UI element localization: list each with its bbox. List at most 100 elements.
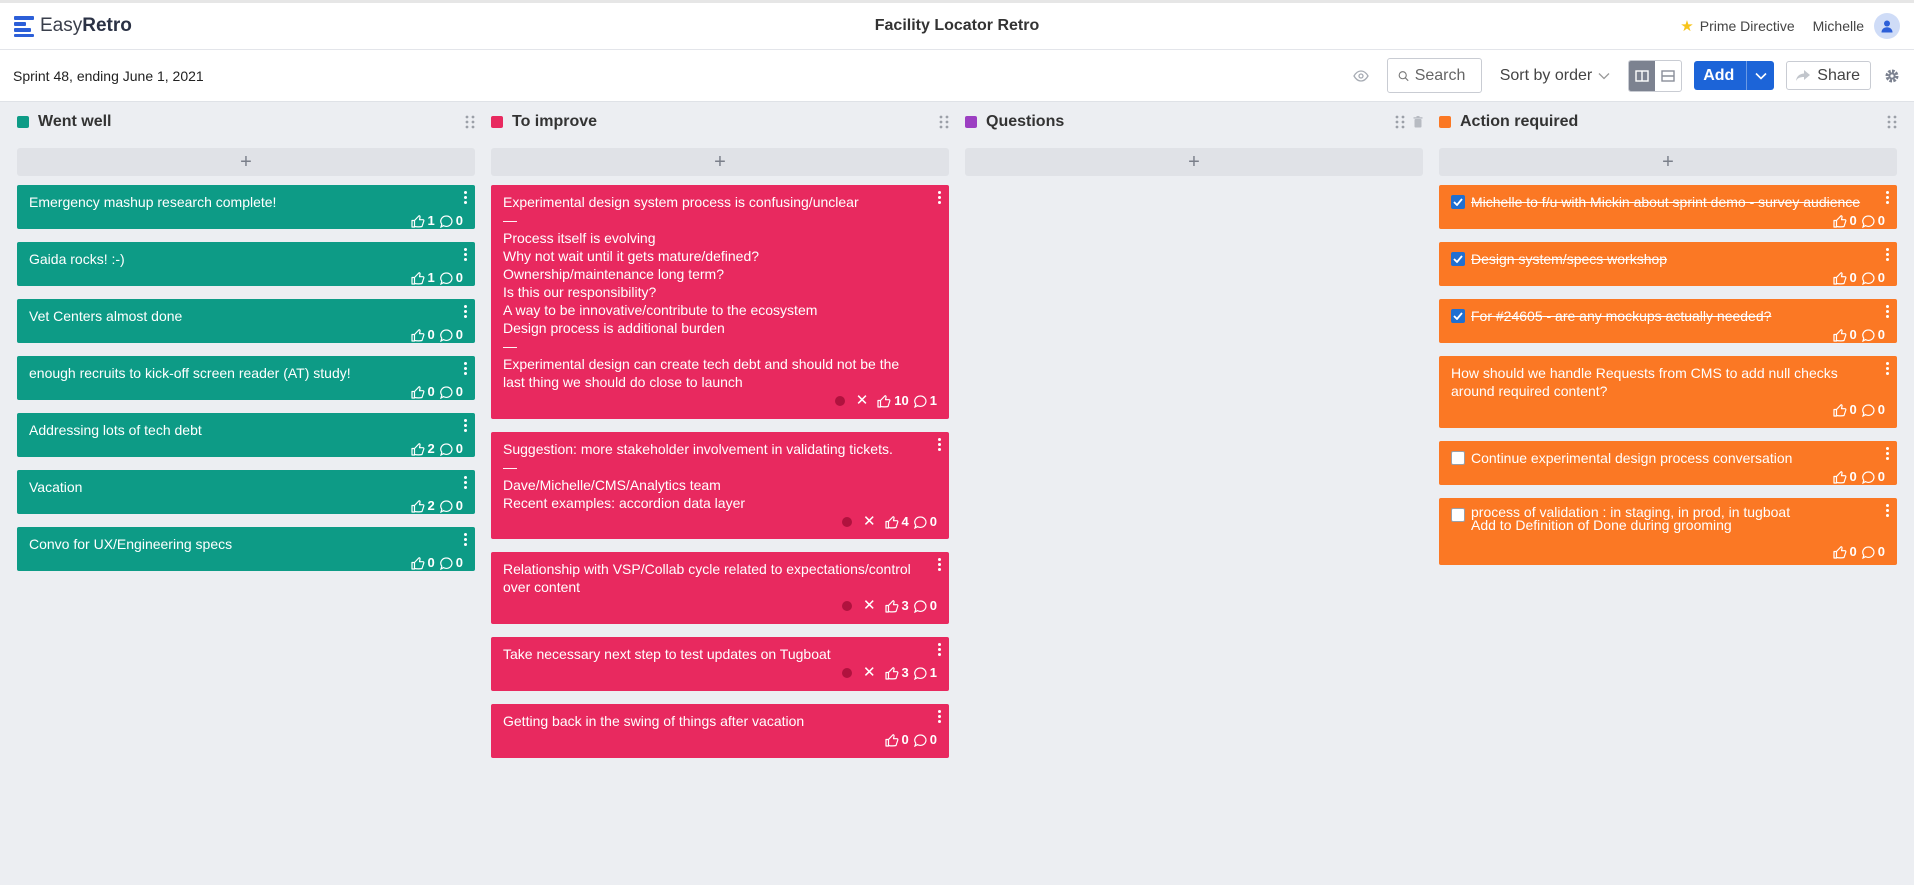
like-button[interactable]: 0 (1832, 401, 1857, 419)
comment-button[interactable]: 0 (1861, 326, 1885, 344)
like-button[interactable]: 1 (410, 269, 435, 287)
task-checkbox[interactable] (1451, 508, 1465, 522)
eye-icon[interactable] (1351, 66, 1371, 86)
add-dropdown-chevron-icon[interactable] (1746, 61, 1774, 90)
card-menu-icon[interactable] (462, 362, 468, 375)
like-button[interactable]: 0 (410, 326, 435, 344)
rows-view-button[interactable] (1655, 61, 1681, 91)
card-menu-icon[interactable] (462, 533, 468, 546)
search-input[interactable] (1414, 66, 1471, 85)
card[interactable]: Continue experimental design process con… (1439, 441, 1897, 485)
like-button[interactable]: 1 (410, 212, 435, 230)
logo[interactable]: EasyRetro (14, 15, 132, 37)
card[interactable]: Emergency mashup research complete! 1 0 (17, 185, 475, 229)
add-card-button[interactable]: + (965, 148, 1423, 176)
card[interactable]: Suggestion: more stakeholder involvement… (491, 432, 949, 539)
like-button[interactable]: 3 (884, 664, 909, 682)
card[interactable]: Take necessary next step to test updates… (491, 637, 949, 691)
card-menu-icon[interactable] (462, 305, 468, 318)
like-button[interactable]: 0 (1832, 212, 1857, 230)
close-icon[interactable]: ✕ (863, 664, 876, 682)
like-button[interactable]: 2 (410, 440, 435, 458)
card[interactable]: Convo for UX/Engineering specs 0 0 (17, 527, 475, 571)
card[interactable]: Relationship with VSP/Collab cycle relat… (491, 552, 949, 624)
like-button[interactable]: 0 (1832, 543, 1857, 561)
card[interactable]: Vacation 2 0 (17, 470, 475, 514)
comment-button[interactable]: 0 (1861, 468, 1885, 486)
comment-button[interactable]: 0 (439, 383, 463, 401)
comment-button[interactable]: 0 (913, 731, 937, 749)
card[interactable]: Michelle to f/u with Mickin about sprint… (1439, 185, 1897, 229)
card-menu-icon[interactable] (936, 643, 942, 656)
card[interactable]: How should we handle Requests from CMS t… (1439, 356, 1897, 428)
card-menu-icon[interactable] (1884, 504, 1890, 517)
card-menu-icon[interactable] (1884, 248, 1890, 261)
comment-button[interactable]: 0 (439, 440, 463, 458)
like-button[interactable]: 0 (410, 554, 435, 572)
add-card-button[interactable]: + (17, 148, 475, 176)
comment-button[interactable]: 0 (1861, 269, 1885, 287)
like-button[interactable]: 0 (410, 383, 435, 401)
card-menu-icon[interactable] (1884, 362, 1890, 375)
card-menu-icon[interactable] (936, 191, 942, 204)
add-card-button[interactable]: + (1439, 148, 1897, 176)
like-button[interactable]: 0 (884, 731, 909, 749)
search-box[interactable] (1386, 58, 1482, 93)
card[interactable]: enough recruits to kick-off screen reade… (17, 356, 475, 400)
comment-button[interactable]: 0 (439, 554, 463, 572)
card[interactable]: process of validation : in staging, in p… (1439, 498, 1897, 565)
close-icon[interactable]: ✕ (863, 597, 876, 615)
user-menu[interactable]: Michelle (1813, 13, 1900, 39)
comment-button[interactable]: 0 (1861, 401, 1885, 419)
card-menu-icon[interactable] (936, 558, 942, 571)
like-button[interactable]: 0 (1832, 468, 1857, 486)
like-button[interactable]: 0 (1832, 269, 1857, 287)
drag-handle-icon[interactable] (465, 115, 475, 129)
card-menu-icon[interactable] (462, 419, 468, 432)
drag-handle-icon[interactable] (939, 115, 949, 129)
comment-button[interactable]: 0 (1861, 212, 1885, 230)
comment-button[interactable]: 1 (913, 664, 937, 682)
columns-view-button[interactable] (1629, 60, 1656, 91)
prime-directive-link[interactable]: ★ Prime Directive (1680, 17, 1794, 35)
gear-icon[interactable] (1883, 67, 1901, 85)
trash-icon[interactable] (1413, 116, 1423, 128)
card[interactable]: Design system/specs workshop 0 0 (1439, 242, 1897, 286)
card-menu-icon[interactable] (462, 476, 468, 489)
task-checkbox-checked[interactable] (1451, 252, 1465, 266)
card[interactable]: Vet Centers almost done 0 0 (17, 299, 475, 343)
add-card-button[interactable]: + (491, 148, 949, 176)
like-button[interactable]: 10 (877, 392, 909, 410)
like-button[interactable]: 4 (884, 513, 909, 531)
task-checkbox-checked[interactable] (1451, 309, 1465, 323)
card-menu-icon[interactable] (936, 710, 942, 723)
add-button[interactable]: Add (1694, 61, 1775, 90)
comment-button[interactable]: 0 (439, 269, 463, 287)
like-button[interactable]: 3 (884, 597, 909, 615)
close-icon[interactable]: ✕ (856, 392, 869, 410)
card-menu-icon[interactable] (1884, 447, 1890, 460)
comment-button[interactable]: 0 (913, 513, 937, 531)
card-menu-icon[interactable] (1884, 305, 1890, 318)
sort-dropdown[interactable]: Sort by order (1494, 67, 1616, 85)
like-button[interactable]: 2 (410, 497, 435, 515)
task-checkbox[interactable] (1451, 451, 1465, 465)
task-checkbox-checked[interactable] (1451, 195, 1465, 209)
like-button[interactable]: 0 (1832, 326, 1857, 344)
card[interactable]: For #24605 - are any mockups actually ne… (1439, 299, 1897, 343)
card-menu-icon[interactable] (936, 438, 942, 451)
comment-button[interactable]: 0 (439, 212, 463, 230)
comment-button[interactable]: 0 (913, 597, 937, 615)
comment-button[interactable]: 1 (913, 392, 937, 410)
comment-button[interactable]: 0 (439, 497, 463, 515)
comment-button[interactable]: 0 (439, 326, 463, 344)
card-menu-icon[interactable] (462, 191, 468, 204)
card[interactable]: Gaida rocks! :-) 1 0 (17, 242, 475, 286)
card[interactable]: Getting back in the swing of things afte… (491, 704, 949, 758)
drag-handle-icon[interactable] (1395, 115, 1405, 129)
close-icon[interactable]: ✕ (863, 513, 876, 531)
drag-handle-icon[interactable] (1887, 115, 1897, 129)
share-button[interactable]: Share (1786, 61, 1871, 90)
card-menu-icon[interactable] (462, 248, 468, 261)
card-menu-icon[interactable] (1884, 191, 1890, 204)
